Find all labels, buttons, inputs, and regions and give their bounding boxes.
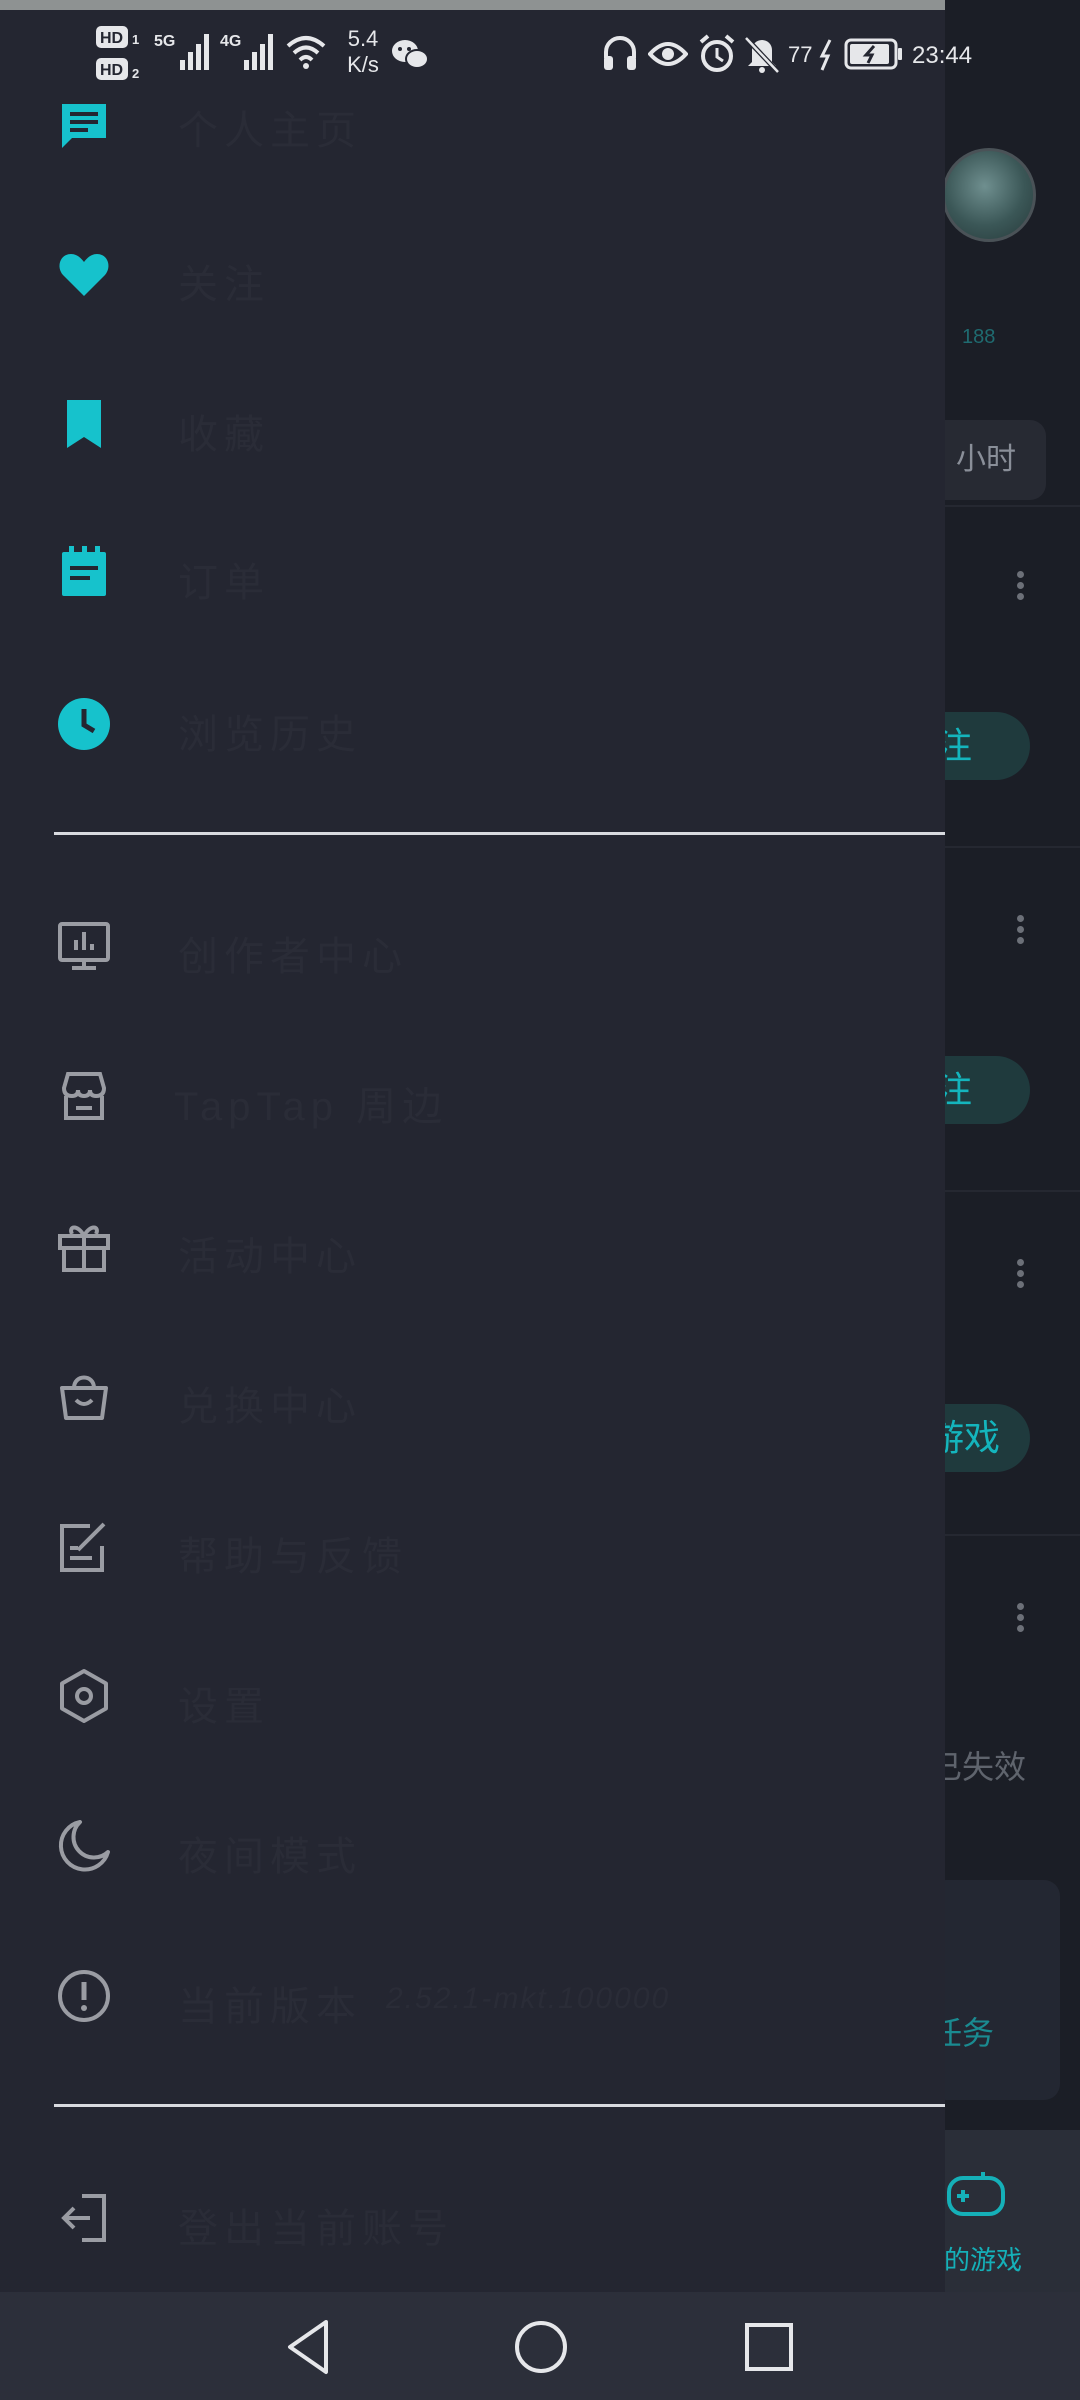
4g-signal-icon: 4G	[220, 33, 273, 70]
back-icon[interactable]	[276, 2312, 346, 2382]
separator	[940, 1190, 1080, 1192]
menu-item-current-version[interactable]: 当前版本 2.52.1-mkt.100000	[0, 1930, 945, 2058]
gamepad-icon[interactable]	[945, 2162, 1007, 2224]
menu-item-logout[interactable]: 登出当前账号	[0, 2152, 945, 2280]
wifi-icon	[286, 36, 326, 69]
home-icon[interactable]	[506, 2312, 576, 2382]
wechat-icon	[392, 40, 429, 69]
time-tab[interactable]: 小时	[940, 420, 1046, 500]
heart-icon	[59, 254, 109, 296]
eye-icon	[648, 42, 688, 66]
menu-item-label: 设置	[178, 1685, 270, 1729]
menu-item-following[interactable]: 关注	[0, 208, 945, 336]
moon-icon	[58, 1820, 110, 1872]
shopping-bag-icon	[60, 1375, 108, 1420]
separator	[940, 1534, 1080, 1536]
menu-item-orders[interactable]: 订单	[0, 506, 945, 634]
more-options-icon[interactable]	[1014, 1600, 1026, 1640]
gift-icon	[58, 1225, 110, 1272]
menu-item-redeem-center[interactable]: 兑换中心	[0, 1330, 945, 1458]
battery-percent: 77	[788, 42, 813, 67]
navigation-drawer: 个人主页 关注 收藏 订单 浏览历史 创作者中心 TapTap 周边 活动中心 …	[0, 0, 945, 2292]
network-speed-value: 5.4	[347, 26, 379, 51]
settings-hexagon-icon	[60, 1669, 108, 1723]
menu-item-history[interactable]: 浏览历史	[0, 658, 945, 786]
status-bar: HD 1 HD 2 5G 4G 5.4 K/s 77 23:44	[0, 0, 972, 100]
svg-text:4G: 4G	[220, 33, 241, 50]
version-number: 2.52.1-mkt.100000	[386, 1982, 671, 2015]
svg-text:5G: 5G	[154, 33, 175, 50]
charging-indicator-icon	[819, 39, 832, 71]
clock-icon	[58, 698, 110, 750]
menu-item-help-feedback[interactable]: 帮助与反馈	[0, 1480, 945, 1608]
menu-item-label: 当前版本	[178, 1985, 362, 2029]
network-speed-unit: K/s	[347, 52, 379, 77]
hd-dual-sim-icon: HD 1 HD 2	[96, 26, 139, 81]
svg-text:1: 1	[132, 32, 139, 47]
bookmark-icon	[67, 400, 101, 448]
menu-item-label: 兑换中心	[178, 1385, 362, 1429]
svg-text:HD: HD	[100, 62, 123, 79]
monitor-chart-icon	[58, 922, 110, 970]
5g-signal-icon: 5G	[154, 33, 209, 70]
follower-count: 188	[962, 326, 996, 348]
more-options-icon[interactable]	[1014, 1256, 1026, 1296]
clock-time: 23:44	[912, 42, 973, 69]
charging-battery-icon	[844, 38, 902, 70]
chat-bubble-icon	[62, 104, 106, 148]
divider	[54, 2104, 945, 2107]
menu-item-label: 帮助与反馈	[178, 1535, 408, 1579]
menu-item-label: 订单	[178, 561, 270, 605]
menu-item-label: 关注	[178, 263, 270, 307]
separator	[940, 505, 1080, 507]
store-icon	[61, 1072, 107, 1120]
user-avatar[interactable]	[942, 148, 1036, 242]
alarm-icon	[699, 34, 735, 72]
task-card[interactable]	[930, 1880, 1060, 2100]
network-speed: 5.4 K/s	[340, 26, 386, 78]
svg-text:HD: HD	[100, 30, 123, 47]
recent-apps-icon[interactable]	[734, 2312, 804, 2382]
menu-item-label: 个人主页	[178, 109, 362, 153]
logout-icon	[61, 2194, 106, 2242]
separator	[940, 846, 1080, 848]
menu-item-label: 浏览历史	[178, 713, 362, 757]
menu-item-settings[interactable]: 设置	[0, 1630, 945, 1758]
system-navigation-bar	[0, 2292, 1080, 2400]
menu-item-taptap-merch[interactable]: TapTap 周边	[0, 1030, 945, 1158]
menu-item-label: 收藏	[178, 413, 270, 457]
menu-item-label: TapTap 周边	[174, 1085, 449, 1129]
menu-item-label: 登出当前账号	[178, 2207, 454, 2251]
svg-text:2: 2	[132, 66, 139, 81]
more-options-icon[interactable]	[1014, 568, 1026, 608]
edit-note-icon	[60, 1522, 106, 1572]
menu-item-label: 活动中心	[178, 1235, 362, 1279]
menu-item-label: 夜间模式	[178, 1835, 362, 1879]
my-games-tab-label[interactable]: 的游戏	[944, 2240, 1022, 2277]
notepad-icon	[62, 546, 106, 596]
info-icon	[58, 1970, 110, 2022]
mute-bell-icon	[744, 36, 780, 74]
menu-item-night-mode[interactable]: 夜间模式	[0, 1780, 945, 1908]
menu-item-events[interactable]: 活动中心	[0, 1180, 945, 1308]
headphones-icon	[604, 36, 636, 70]
divider	[54, 832, 945, 835]
menu-item-creator-center[interactable]: 创作者中心	[0, 880, 945, 1008]
more-options-icon[interactable]	[1014, 912, 1026, 952]
menu-item-favorites[interactable]: 收藏	[0, 358, 945, 486]
notification-strip	[0, 0, 945, 10]
menu-item-label: 创作者中心	[178, 935, 408, 979]
